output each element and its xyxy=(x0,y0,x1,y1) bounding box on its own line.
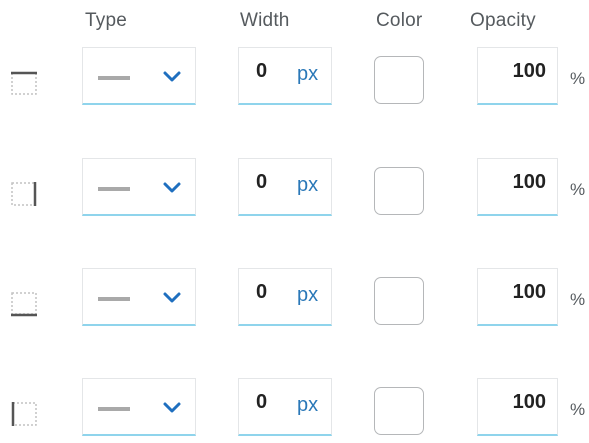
line-type-select[interactable] xyxy=(82,268,196,326)
chevron-down-icon[interactable] xyxy=(162,289,182,307)
border-row-bottom: 0 px 100 % xyxy=(0,268,589,328)
percent-label: % xyxy=(570,290,586,309)
opacity-value[interactable]: 100 xyxy=(513,391,546,414)
border-settings-panel: Type Width Color Opacity 0 px 100 % 0 px… xyxy=(0,0,589,443)
percent-label: % xyxy=(570,69,586,88)
percent-label: % xyxy=(570,180,586,199)
width-input[interactable]: 0 px xyxy=(238,378,332,436)
chevron-down-icon[interactable] xyxy=(162,399,182,417)
width-input[interactable]: 0 px xyxy=(238,158,332,216)
type-header: Type xyxy=(85,10,127,31)
opacity-input[interactable]: 100 xyxy=(477,268,558,326)
color-swatch-button[interactable] xyxy=(374,167,424,215)
color-swatch-button[interactable] xyxy=(374,56,424,104)
width-unit: px xyxy=(297,394,319,416)
border-right-icon xyxy=(11,182,37,206)
color-header: Color xyxy=(376,10,423,31)
opacity-input[interactable]: 100 xyxy=(477,158,558,216)
opacity-header: Opacity xyxy=(470,10,536,31)
solid-line-icon xyxy=(98,76,130,80)
border-bottom-icon xyxy=(11,292,37,317)
line-type-select[interactable] xyxy=(82,378,196,436)
width-unit: px xyxy=(297,63,319,85)
solid-line-icon xyxy=(98,187,130,191)
width-input[interactable]: 0 px xyxy=(238,47,332,105)
solid-line-icon xyxy=(98,297,130,301)
opacity-value[interactable]: 100 xyxy=(513,171,546,194)
width-value[interactable]: 0 xyxy=(256,391,267,414)
width-input[interactable]: 0 px xyxy=(238,268,332,326)
width-header: Width xyxy=(240,10,290,31)
line-type-select[interactable] xyxy=(82,158,196,216)
solid-line-icon xyxy=(98,407,130,411)
chevron-down-icon[interactable] xyxy=(162,179,182,197)
border-row-right: 0 px 100 % xyxy=(0,158,589,218)
border-top-icon xyxy=(11,71,37,95)
line-type-select[interactable] xyxy=(82,47,196,105)
width-value[interactable]: 0 xyxy=(256,171,267,194)
opacity-input[interactable]: 100 xyxy=(477,378,558,436)
width-value[interactable]: 0 xyxy=(256,60,267,83)
width-unit: px xyxy=(297,174,319,196)
opacity-value[interactable]: 100 xyxy=(513,60,546,83)
width-value[interactable]: 0 xyxy=(256,281,267,304)
border-row-left: 0 px 100 % xyxy=(0,378,589,438)
percent-label: % xyxy=(570,400,586,419)
opacity-input[interactable]: 100 xyxy=(477,47,558,105)
opacity-value[interactable]: 100 xyxy=(513,281,546,304)
chevron-down-icon[interactable] xyxy=(162,68,182,86)
border-row-top: 0 px 100 % xyxy=(0,47,589,107)
color-swatch-button[interactable] xyxy=(374,277,424,325)
color-swatch-button[interactable] xyxy=(374,387,424,435)
border-left-icon xyxy=(11,402,37,426)
width-unit: px xyxy=(297,284,319,306)
